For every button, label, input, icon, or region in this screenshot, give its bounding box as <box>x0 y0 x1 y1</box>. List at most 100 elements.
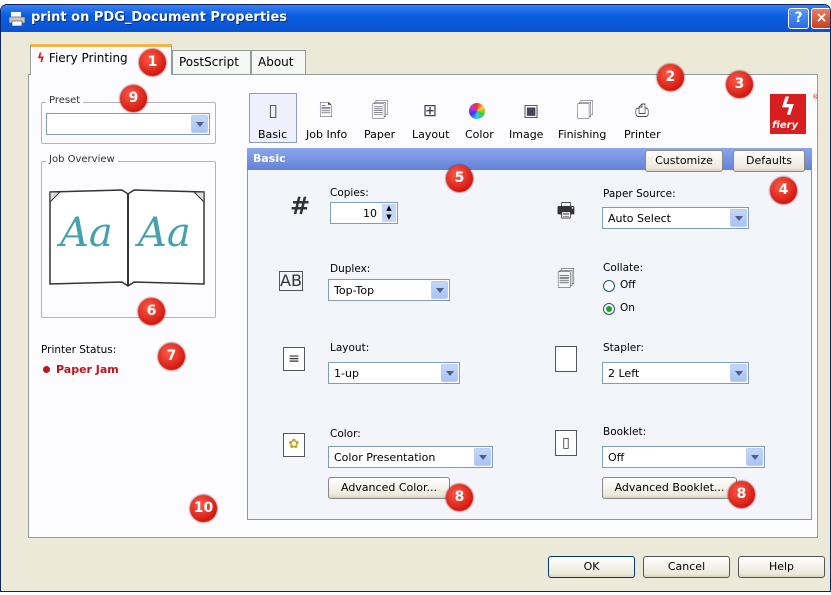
collate-on-label: On <box>620 302 635 314</box>
stepper-arrows-icon[interactable]: ▲ ▼ <box>382 204 396 222</box>
paper-icon[interactable]: 🗐 <box>370 101 390 121</box>
help-title-button[interactable]: ? <box>788 8 809 29</box>
ok-button[interactable]: OK <box>548 556 635 578</box>
fiery-bolt-icon: ϟ <box>780 93 796 121</box>
callout-badge: 8 <box>446 484 473 511</box>
status-dot-icon <box>43 366 50 373</box>
callout-badge: 7 <box>158 343 185 370</box>
collate-label: Collate: <box>603 262 644 274</box>
collate-icon: 🗐 <box>557 269 575 290</box>
fiery-bolt-icon: ϟ <box>37 51 45 65</box>
toolbar-item-layout[interactable]: Layout <box>412 128 449 141</box>
printer-status-value: Paper Jam <box>56 363 119 376</box>
chevron-down-icon <box>474 448 491 466</box>
chevron-down-icon <box>191 115 208 133</box>
advanced-booklet-button[interactable]: Advanced Booklet... <box>602 477 737 499</box>
callout-badge: 2 <box>657 64 684 91</box>
stapler-value: 2 Left <box>608 367 640 380</box>
toolbar-item-printer[interactable]: Printer <box>624 128 661 141</box>
booklet-value: Off <box>608 451 625 464</box>
customize-button[interactable]: Customize <box>645 150 723 172</box>
collate-off-radio[interactable] <box>603 280 615 292</box>
fiery-logo: ϟ fiery <box>770 93 806 134</box>
paper-tray-icon: 🖶 <box>556 198 576 222</box>
info-icon[interactable]: 🗎 <box>316 101 336 121</box>
color-value: Color Presentation <box>334 451 436 464</box>
layout-icon[interactable]: ⊞ <box>420 101 440 121</box>
fiery-logo-text: fiery <box>772 120 799 131</box>
chevron-down-icon <box>730 209 747 227</box>
callout-badge: 10 <box>190 495 217 522</box>
layout-select[interactable]: 1-up <box>328 362 460 384</box>
duplex-select[interactable]: Top-Top <box>328 279 450 301</box>
layout-page-icon: ≡ <box>283 347 305 371</box>
image-icon[interactable]: ▣ <box>521 101 541 121</box>
toolbar-item-image[interactable]: Image <box>509 128 543 141</box>
chevron-down-icon <box>441 364 458 382</box>
toolbar-item-finishing[interactable]: Finishing <box>558 128 606 141</box>
paper-source-value: Auto Select <box>608 212 671 225</box>
paper-source-select[interactable]: Auto Select <box>602 207 749 229</box>
preset-select[interactable] <box>46 113 210 135</box>
tab-label: Fiery Printing <box>48 51 128 65</box>
printer-icon[interactable]: ⎙ <box>632 101 652 121</box>
stapler-label: Stapler: <box>603 342 644 354</box>
hash-icon: # <box>289 192 311 220</box>
callout-badge: 9 <box>120 85 147 112</box>
registered-mark: ® <box>812 93 819 101</box>
section-title: Basic <box>253 152 286 165</box>
copies-label: Copies: <box>330 187 369 199</box>
layout-value: 1-up <box>334 367 359 380</box>
callout-badge: 5 <box>446 165 473 192</box>
layout-label: Layout: <box>330 342 370 354</box>
duplex-value: Top-Top <box>334 284 375 297</box>
color-wheel-icon[interactable] <box>469 103 485 119</box>
copies-stepper[interactable]: 10 ▲ ▼ <box>330 202 398 224</box>
toolbar-item-color[interactable]: Color <box>465 128 494 141</box>
collate-off-label: Off <box>620 279 636 291</box>
copies-value: 10 <box>363 207 377 220</box>
color-page-icon: ✿ <box>283 433 305 457</box>
duplex-label: Duplex: <box>330 263 371 275</box>
defaults-button[interactable]: Defaults <box>733 150 805 172</box>
callout-badge: 8 <box>728 481 755 508</box>
advanced-color-button[interactable]: Advanced Color... <box>328 477 450 499</box>
callout-badge: 4 <box>770 177 797 204</box>
section-header: Basic <box>247 148 812 170</box>
toolbar-item-paper[interactable]: Paper <box>364 128 395 141</box>
finishing-icon[interactable]: 🗍 <box>575 101 595 121</box>
duplex-icon: AB <box>279 271 303 291</box>
tab-about[interactable]: About <box>251 50 306 74</box>
toolbar-item-basic[interactable]: Basic <box>258 128 287 141</box>
stapler-select[interactable]: 2 Left <box>602 362 749 384</box>
close-button[interactable]: × <box>811 8 830 29</box>
printer-app-icon <box>9 12 25 26</box>
job-preview: Aa Aa <box>48 188 208 288</box>
preview-text-right: Aa <box>138 210 191 256</box>
cancel-button[interactable]: Cancel <box>643 556 730 578</box>
help-button[interactable]: Help <box>738 556 825 578</box>
paper-source-label: Paper Source: <box>603 188 676 200</box>
job-overview-label: Job Overview <box>46 154 118 165</box>
toolbar-item-job-info[interactable]: Job Info <box>306 128 347 141</box>
callout-badge: 3 <box>726 71 753 98</box>
collate-on-radio[interactable] <box>603 303 615 315</box>
tab-label: About <box>258 55 294 69</box>
booklet-label: Booklet: <box>603 426 647 438</box>
chevron-down-icon <box>746 448 763 466</box>
window-title: print on PDG_Document Properties <box>31 10 288 25</box>
chevron-down-icon <box>730 364 747 382</box>
preset-label: Preset <box>46 95 84 106</box>
stapler-page-icon <box>555 346 577 372</box>
booklet-select[interactable]: Off <box>602 446 765 468</box>
color-select[interactable]: Color Presentation <box>328 446 493 468</box>
booklet-icon: ▯ <box>555 430 577 456</box>
tab-label: PostScript <box>179 55 239 69</box>
page-icon[interactable]: ▯ <box>263 101 283 121</box>
tab-postscript[interactable]: PostScript <box>172 50 251 74</box>
title-bar: print on PDG_Document Properties ? × <box>1 5 830 32</box>
callout-badge: 6 <box>138 298 165 325</box>
callout-badge: 1 <box>139 49 166 76</box>
color-label: Color: <box>330 428 361 440</box>
chevron-down-icon <box>431 281 448 299</box>
